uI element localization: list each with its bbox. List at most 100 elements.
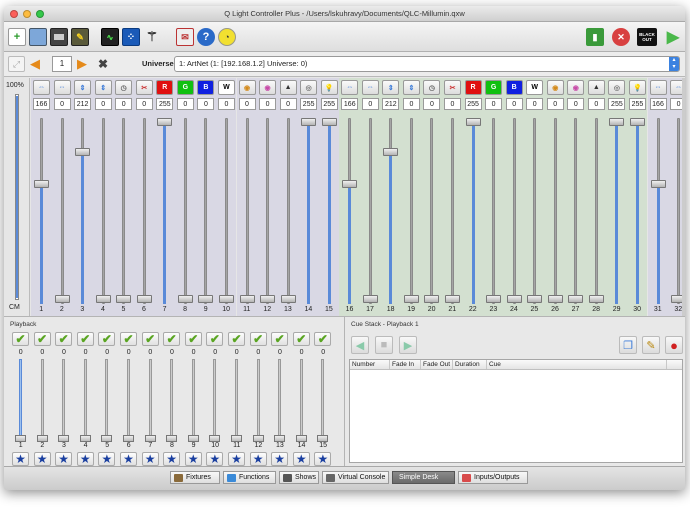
channel-slider-track[interactable] — [574, 118, 578, 304]
channel-slider-handle[interactable] — [116, 295, 132, 303]
save-as-icon[interactable]: ✎ — [71, 28, 89, 46]
playback-slider-track[interactable] — [19, 359, 22, 439]
strobe-icon[interactable]: ▲ — [279, 80, 297, 95]
channel-value[interactable]: 0 — [505, 98, 523, 110]
channel-value[interactable]: 0 — [238, 98, 256, 110]
view-mode-icon[interactable]: ⤢ — [8, 56, 25, 72]
channel-slider-track[interactable] — [224, 118, 228, 304]
channel-slider-track[interactable] — [512, 118, 516, 304]
playback-slider-handle[interactable] — [295, 435, 307, 442]
playback-slider-handle[interactable] — [79, 435, 91, 442]
color-macro-icon[interactable]: ◉ — [567, 80, 585, 95]
channel-slider-handle[interactable] — [383, 148, 399, 157]
flash-star-icon[interactable]: ★ — [163, 452, 181, 466]
save-file-icon[interactable] — [50, 28, 68, 46]
channel-value[interactable]: 0 — [402, 98, 420, 110]
playback-check-icon[interactable]: ✔ — [249, 332, 267, 346]
red-icon[interactable]: R — [156, 80, 174, 95]
playback-slider-track[interactable] — [40, 359, 44, 439]
playback-check-icon[interactable]: ✔ — [206, 332, 224, 346]
channel-value[interactable]: 166 — [341, 98, 359, 110]
playback-slider-handle[interactable] — [144, 435, 156, 442]
playback-slider-track[interactable] — [127, 359, 130, 439]
channel-slider-handle[interactable] — [547, 295, 563, 303]
channel-slider-handle[interactable] — [218, 295, 234, 303]
red-icon[interactable]: R — [464, 80, 482, 95]
channel-value[interactable]: 255 — [608, 98, 626, 110]
playback-check-icon[interactable]: ✔ — [141, 332, 159, 346]
channel-slider-track[interactable] — [594, 118, 598, 304]
page-input[interactable]: 1 — [52, 56, 72, 72]
channel-value[interactable]: 0 — [444, 98, 461, 110]
playback-slider-handle[interactable] — [252, 435, 264, 442]
new-file-icon[interactable]: + — [8, 28, 26, 46]
white-icon[interactable]: W — [217, 80, 235, 95]
channel-slider-handle[interactable] — [629, 118, 645, 126]
tilt-icon[interactable]: ⇕ — [382, 80, 400, 95]
channel-slider-handle[interactable] — [403, 295, 419, 303]
flash-star-icon[interactable]: ★ — [314, 452, 332, 466]
intensity-bulb-icon[interactable]: 💡 — [320, 80, 338, 95]
channel-slider-track[interactable] — [101, 118, 105, 304]
playback-slider-handle[interactable] — [187, 435, 199, 442]
channel-value[interactable]: 0 — [587, 98, 605, 110]
record-cue-icon[interactable]: ● — [665, 336, 683, 354]
channel-value[interactable]: 0 — [115, 98, 133, 110]
flash-star-icon[interactable]: ★ — [33, 452, 51, 466]
channel-value[interactable]: 212 — [74, 98, 92, 110]
channel-value[interactable]: 255 — [320, 98, 338, 110]
tilt-icon[interactable]: ⇕ — [74, 80, 92, 95]
playback-slider-track[interactable] — [148, 359, 152, 439]
playback-check-icon[interactable]: ✔ — [12, 332, 29, 346]
channel-slider-track[interactable] — [183, 118, 187, 304]
previous-cue-icon[interactable]: ◀ — [351, 336, 369, 354]
channel-slider-handle[interactable] — [280, 295, 296, 303]
channel-slider-track[interactable] — [122, 118, 126, 304]
flash-star-icon[interactable]: ★ — [271, 452, 289, 466]
channel-value[interactable]: 0 — [94, 98, 112, 110]
playback-slider-handle[interactable] — [36, 435, 48, 442]
playback-slider-handle[interactable] — [231, 435, 242, 442]
playback-slider-track[interactable] — [235, 359, 238, 439]
channel-slider-track[interactable] — [677, 118, 681, 304]
channel-slider-track[interactable] — [430, 118, 434, 304]
channel-value[interactable]: 255 — [300, 98, 318, 110]
playback-check-icon[interactable]: ✔ — [76, 332, 94, 346]
gobo-icon[interactable]: ◎ — [300, 80, 318, 95]
flash-star-icon[interactable]: ★ — [120, 452, 137, 466]
channel-value[interactable]: 0 — [423, 98, 441, 110]
channel-slider-handle[interactable] — [54, 295, 70, 303]
channel-slider-track[interactable] — [142, 118, 146, 304]
channel-slider-handle[interactable] — [34, 180, 49, 189]
playback-slider-handle[interactable] — [58, 435, 70, 442]
clone-cue-stack-icon[interactable]: ❐ — [619, 336, 637, 354]
flash-star-icon[interactable]: ★ — [184, 452, 202, 466]
playback-slider-handle[interactable] — [166, 435, 178, 442]
blackout-icon[interactable]: BLACK OUT — [637, 28, 657, 46]
playback-slider-track[interactable] — [170, 359, 174, 439]
flash-star-icon[interactable]: ★ — [206, 452, 224, 466]
flash-star-icon[interactable]: ★ — [98, 452, 116, 466]
white-icon[interactable]: W — [526, 80, 544, 95]
blue-icon[interactable]: B — [197, 80, 215, 95]
channel-value[interactable]: 0 — [53, 98, 71, 110]
playback-check-icon[interactable]: ✔ — [271, 332, 289, 346]
playback-slider-track[interactable] — [213, 359, 217, 439]
playback-slider-handle[interactable] — [317, 435, 329, 442]
channel-slider-handle[interactable] — [157, 118, 173, 126]
channel-slider-track[interactable] — [368, 118, 372, 304]
color-wheel-icon[interactable]: ◉ — [546, 80, 564, 95]
channel-slider-track[interactable] — [286, 118, 290, 304]
tab-simple-desk[interactable]: Simple Desk — [392, 471, 455, 484]
gobo-icon[interactable]: ◎ — [608, 80, 626, 95]
cue-column-header[interactable]: Number — [350, 360, 390, 369]
channel-slider-handle[interactable] — [239, 295, 255, 303]
channel-value[interactable]: 255 — [628, 98, 646, 110]
green-icon[interactable]: G — [176, 80, 194, 95]
playback-slider-handle[interactable] — [274, 435, 286, 442]
cue-column-header[interactable]: Duration — [453, 360, 487, 369]
playback-check-icon[interactable]: ✔ — [163, 332, 181, 346]
about-icon[interactable]: ◔ — [218, 28, 236, 46]
channel-value[interactable]: 0 — [135, 98, 153, 110]
playback-slider-handle[interactable] — [15, 435, 26, 442]
